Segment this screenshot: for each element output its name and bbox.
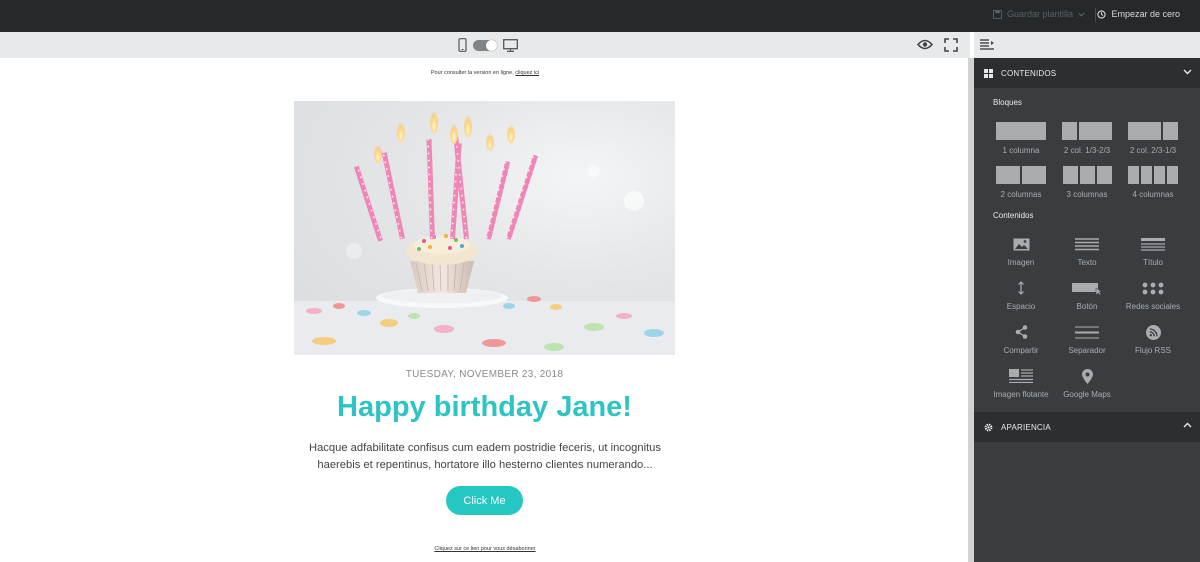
content-rss[interactable]: Flujo RSS [1118, 324, 1188, 355]
block-label: 3 columnas [1066, 190, 1108, 199]
side-panel: CONTENIDOS Bloques 1 columna 2 col. 1/3-… [974, 32, 1200, 562]
block-label: 2 col. 1/3-2/3 [1063, 146, 1111, 155]
view-online-link[interactable]: cliquez ici [515, 70, 539, 76]
start-over-button[interactable]: Empezar de cero [1097, 9, 1180, 19]
appearance-header-label: APARIENCIA [1001, 422, 1051, 432]
content-text[interactable]: Texto [1052, 236, 1122, 267]
content-image[interactable]: Imagen [986, 236, 1056, 267]
save-template-label: Guardar plantilla [1006, 9, 1073, 19]
block-2-col-2-3-1-3[interactable]: 2 col. 2/3-1/3 [1126, 122, 1180, 155]
mobile-icon[interactable] [458, 38, 467, 52]
block-label: 4 columnas [1132, 190, 1174, 199]
email-date: TUESDAY, NOVEMBER 23, 2018 [405, 369, 564, 380]
block-1-column[interactable]: 1 columna [994, 122, 1048, 155]
content-label: Imagen flotante [993, 390, 1049, 399]
cupcake-candles-image [294, 109, 675, 355]
content-label: Título [1142, 258, 1163, 267]
email-body-text: Hacque adfabilitate confisus cum eadem p… [309, 442, 661, 471]
appearance-section-header[interactable]: APARIENCIA [974, 412, 1200, 442]
divider-icon [1075, 326, 1099, 338]
content-spacer[interactable]: Espacio [986, 280, 1056, 311]
block-label: 1 columna [1002, 146, 1040, 155]
content-label: Botón [1076, 302, 1098, 311]
content-label: Redes sociales [1125, 302, 1181, 311]
contents-header-label: CONTENIDOS [1001, 68, 1057, 78]
content-label: Separador [1068, 346, 1106, 355]
unsubscribe-link[interactable]: Cliquez sur ce lien pour vous désabonner [0, 546, 970, 552]
email-title: Happy birthday Jane! [337, 391, 632, 423]
content-label: Compartir [1003, 346, 1039, 355]
email-canvas: Pour consulter la version en ligne, cliq… [0, 58, 970, 562]
collapse-panel-icon[interactable] [980, 39, 994, 50]
spacer-icon [1018, 281, 1024, 295]
content-social[interactable]: Redes sociales [1118, 280, 1188, 311]
block-2-columns[interactable]: 2 columnas [994, 166, 1048, 199]
share-icon [1015, 325, 1027, 339]
block-3-columns[interactable]: 3 columnas [1060, 166, 1114, 199]
block-label: 2 col. 2/3-1/3 [1129, 146, 1177, 155]
desktop-icon[interactable] [503, 38, 518, 52]
map-pin-icon [1081, 368, 1093, 384]
device-switcher [458, 38, 518, 52]
hero-image[interactable] [294, 101, 675, 355]
content-label: Imagen [1007, 258, 1035, 267]
rss-icon [1145, 324, 1161, 340]
start-over-label: Empezar de cero [1111, 9, 1180, 19]
view-online-text: Pour consulter la version en ligne, [430, 70, 514, 76]
content-google-maps[interactable]: Google Maps [1052, 368, 1122, 399]
content-float-image[interactable]: Imagen flotante [986, 368, 1056, 399]
button-icon [1072, 282, 1102, 295]
block-4-columns[interactable]: 4 columnas [1126, 166, 1180, 199]
title-icon [1141, 237, 1165, 251]
blocks-group-title: Bloques [993, 98, 1022, 107]
social-icon [1142, 282, 1164, 294]
block-2-col-1-3-2-3[interactable]: 2 col. 1/3-2/3 [1060, 122, 1114, 155]
panel-toolbar [974, 32, 1200, 58]
device-toggle[interactable] [473, 39, 497, 51]
fullscreen-icon[interactable] [944, 38, 958, 52]
chevron-up-icon [1183, 422, 1192, 428]
content-label: Google Maps [1063, 390, 1111, 399]
topbar-divider [1095, 8, 1096, 22]
content-label: Texto [1077, 258, 1097, 267]
top-bar: Guardar plantilla Empezar de cero [0, 0, 1200, 32]
content-button[interactable]: Botón [1052, 280, 1122, 311]
content-divider[interactable]: Separador [1052, 324, 1122, 355]
block-label: 2 columnas [1000, 190, 1042, 199]
history-icon [1097, 9, 1107, 19]
contents-group-title: Contenidos [993, 211, 1034, 220]
view-online-line: Pour consulter la version en ligne, cliq… [0, 70, 970, 76]
chevron-down-icon [1183, 69, 1192, 75]
float-image-icon [1009, 369, 1033, 383]
preview-eye-icon[interactable] [917, 39, 933, 50]
content-label: Flujo RSS [1134, 346, 1171, 355]
gear-icon [984, 423, 993, 431]
contents-section-header[interactable]: CONTENIDOS [974, 58, 1200, 88]
click-me-button[interactable]: Click Me [446, 486, 523, 515]
editor-toolbar [0, 32, 970, 58]
content-share[interactable]: Compartir [986, 324, 1056, 355]
content-title[interactable]: Título [1118, 236, 1188, 267]
text-icon [1075, 237, 1099, 250]
save-icon [992, 9, 1002, 19]
grid-icon [984, 68, 993, 78]
content-label: Espacio [1006, 302, 1036, 311]
save-template-button[interactable]: Guardar plantilla [992, 9, 1085, 19]
chevron-down-icon [1078, 12, 1085, 17]
image-icon [1013, 238, 1029, 250]
